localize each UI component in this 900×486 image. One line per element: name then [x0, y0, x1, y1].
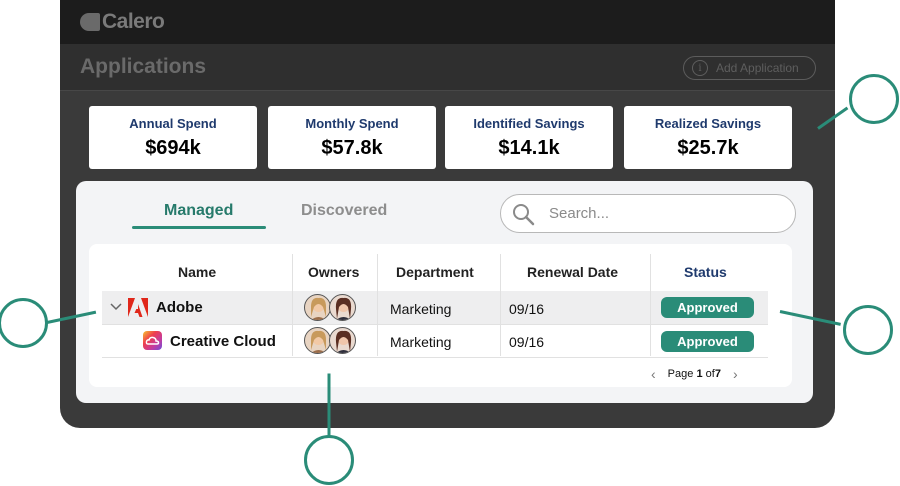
status-badge: Approved: [661, 331, 754, 352]
kpi-realized-savings: Realized Savings $25.7k: [624, 106, 792, 169]
logo-text: Calero: [102, 10, 165, 33]
tab-managed[interactable]: Managed: [164, 202, 233, 220]
row-divider: [102, 324, 768, 325]
app-name[interactable]: Creative Cloud: [170, 333, 276, 350]
column-divider: [500, 254, 501, 356]
pagination: ‹ Page 1 of 7 ›: [639, 366, 750, 382]
kpi-annual-spend: Annual Spend $694k: [89, 106, 257, 169]
chevron-down-icon[interactable]: [110, 303, 122, 311]
add-application-label: Add Application: [716, 61, 799, 75]
kpi-identified-savings: Identified Savings $14.1k: [445, 106, 613, 169]
pagination-separator: of: [705, 368, 715, 380]
callout-circle: [843, 305, 893, 355]
adobe-logo-icon: [128, 298, 148, 317]
column-divider: [377, 254, 378, 356]
owner-avatar-icon: [329, 327, 356, 354]
status-badge: Approved: [661, 297, 754, 318]
callout-line: [327, 373, 331, 437]
pagination-total: 7: [714, 368, 721, 380]
add-application-button[interactable]: i Add Application: [683, 56, 816, 80]
logo-mark-icon: [80, 13, 100, 31]
app-window: Calero Applications i Add Application An…: [60, 0, 835, 428]
callout-circle: [0, 298, 48, 348]
calero-logo: Calero: [80, 10, 165, 34]
tab-discovered[interactable]: Discovered: [301, 202, 387, 220]
kpi-monthly-spend: Monthly Spend $57.8k: [268, 106, 436, 169]
renewal-date-cell: 09/16: [509, 301, 545, 317]
pagination-current: 1: [696, 368, 703, 380]
kpi-value: $25.7k: [677, 137, 739, 159]
search-placeholder: Search...: [549, 205, 610, 222]
column-divider: [292, 254, 293, 356]
owner-avatar-icon: [304, 294, 331, 321]
department-cell: Marketing: [390, 301, 452, 317]
department-cell: Marketing: [390, 334, 452, 350]
search-icon: [513, 203, 535, 225]
applications-table: Name Owners Department Renewal Date Stat…: [89, 244, 792, 387]
column-header-name[interactable]: Name: [178, 264, 216, 280]
kpi-label: Realized Savings: [654, 116, 762, 131]
kpi-label: Identified Savings: [473, 116, 585, 131]
pagination-prefix: Page: [667, 368, 694, 380]
column-header-renewal-date[interactable]: Renewal Date: [527, 264, 618, 280]
info-icon: i: [692, 60, 708, 76]
active-tab-indicator: [132, 226, 266, 229]
creative-cloud-icon: [143, 331, 162, 350]
search-input[interactable]: Search...: [500, 194, 796, 233]
renewal-date-cell: 09/16: [509, 334, 545, 350]
kpi-value: $14.1k: [498, 137, 560, 159]
applications-panel: Managed Discovered Search... Name Owners…: [76, 181, 813, 403]
app-name[interactable]: Adobe: [156, 299, 203, 316]
column-header-department[interactable]: Department: [396, 264, 474, 280]
page-title: Applications: [80, 55, 207, 78]
kpi-value: $57.8k: [321, 137, 383, 159]
callout-circle: [849, 74, 899, 124]
column-header-status[interactable]: Status: [684, 264, 727, 280]
column-divider: [650, 254, 651, 356]
kpi-value: $694k: [145, 137, 201, 159]
row-divider: [102, 357, 768, 358]
owner-avatar-icon: [304, 327, 331, 354]
chevron-right-icon[interactable]: ›: [733, 366, 738, 382]
column-header-owners[interactable]: Owners: [308, 264, 359, 280]
top-bar: Calero: [60, 0, 835, 44]
kpi-label: Annual Spend: [129, 116, 217, 131]
chevron-left-icon[interactable]: ‹: [651, 366, 656, 382]
page-header: Applications i Add Application: [60, 44, 835, 91]
callout-circle: [304, 435, 354, 485]
kpi-label: Monthly Spend: [305, 116, 399, 131]
owner-avatar-icon: [329, 294, 356, 321]
